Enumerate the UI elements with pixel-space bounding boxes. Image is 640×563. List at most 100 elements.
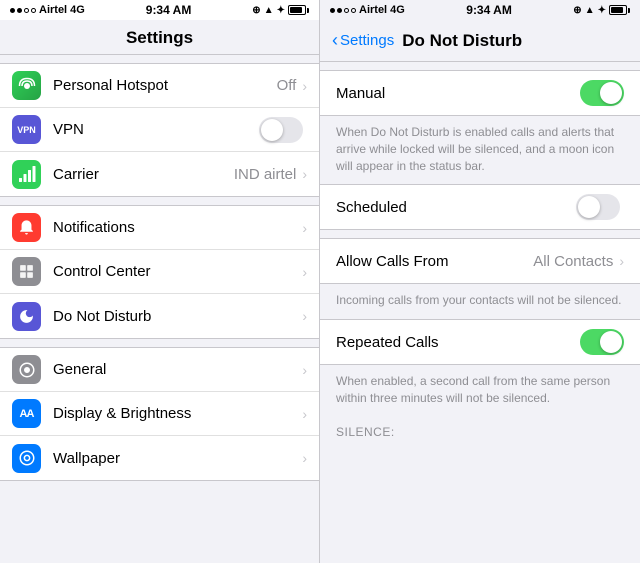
- settings-list[interactable]: Personal Hotspot Off › VPN VPN: [0, 55, 319, 563]
- left-status-left: Airtel 4G: [10, 4, 85, 16]
- carrier-value: IND airtel: [234, 166, 297, 183]
- manual-toggle[interactable]: [580, 80, 624, 106]
- r-location-icon: ⊕: [573, 5, 581, 16]
- settings-item-display[interactable]: AA Display & Brightness ›: [0, 392, 319, 436]
- battery-tip: [307, 8, 309, 13]
- scheduled-toggle[interactable]: [576, 194, 620, 220]
- dnd-group-scheduled: Scheduled: [320, 184, 640, 230]
- dot3: [24, 8, 29, 13]
- hotspot-value: Off: [277, 77, 297, 94]
- settings-group-2: Notifications › Control Center ›: [0, 205, 319, 339]
- r-battery-body: [609, 5, 627, 15]
- r-battery-tip: [628, 8, 630, 13]
- repeated-calls-description: When enabled, a second call from the sam…: [320, 365, 640, 417]
- bluetooth-icon: ✦: [277, 5, 285, 16]
- vpn-icon: VPN: [12, 115, 41, 144]
- settings-group-3: General › AA Display & Brightness › Wall…: [0, 347, 319, 481]
- dnd-group-manual: Manual: [320, 70, 640, 116]
- allow-calls-value: All Contacts: [533, 253, 613, 270]
- settings-item-general[interactable]: General ›: [0, 348, 319, 392]
- signal-dots: [10, 8, 36, 13]
- r-dot3: [344, 8, 349, 13]
- settings-item-wallpaper[interactable]: Wallpaper ›: [0, 436, 319, 480]
- carrier-chevron: ›: [302, 166, 307, 182]
- dnd-icon: [12, 302, 41, 331]
- carrier-label: Carrier: [53, 166, 234, 183]
- right-panel: Airtel 4G 9:34 AM ⊕ ▲ ✦ ‹ Settings Do No…: [320, 0, 640, 563]
- settings-item-control[interactable]: Control Center ›: [0, 250, 319, 294]
- carrier-icon: [12, 160, 41, 189]
- display-chevron: ›: [302, 406, 307, 422]
- right-carrier: Airtel: [359, 4, 387, 16]
- hotspot-icon: [12, 71, 41, 100]
- scheduled-label: Scheduled: [336, 199, 576, 216]
- settings-item-hotspot[interactable]: Personal Hotspot Off ›: [0, 64, 319, 108]
- hotspot-label: Personal Hotspot: [53, 77, 277, 94]
- silence-header: SILENCE:: [320, 417, 640, 443]
- battery-fill: [290, 7, 302, 13]
- settings-item-vpn[interactable]: VPN VPN: [0, 108, 319, 152]
- notifications-icon: [12, 213, 41, 242]
- general-label: General: [53, 361, 302, 378]
- settings-group-1: Personal Hotspot Off › VPN VPN: [0, 63, 319, 197]
- left-time: 9:34 AM: [146, 3, 192, 17]
- left-status-bar: Airtel 4G 9:34 AM ⊕ ▲ ✦: [0, 0, 319, 20]
- dnd-item-allow-calls[interactable]: Allow Calls From All Contacts ›: [320, 239, 640, 283]
- vpn-label: VPN: [53, 121, 259, 138]
- dot2: [17, 8, 22, 13]
- display-label: Display & Brightness: [53, 405, 302, 422]
- r-bluetooth-icon: ✦: [598, 5, 606, 16]
- right-status-bar: Airtel 4G 9:34 AM ⊕ ▲ ✦: [320, 0, 640, 20]
- r-dot2: [337, 8, 342, 13]
- left-status-right: ⊕ ▲ ✦: [252, 5, 309, 16]
- back-label: Settings: [340, 32, 394, 49]
- right-network: 4G: [390, 4, 405, 16]
- settings-item-notifications[interactable]: Notifications ›: [0, 206, 319, 250]
- repeated-calls-toggle[interactable]: [580, 329, 624, 355]
- back-chevron-icon: ‹: [332, 30, 338, 51]
- settings-item-carrier[interactable]: Carrier IND airtel ›: [0, 152, 319, 196]
- battery-body: [288, 5, 306, 15]
- r-dot1: [330, 8, 335, 13]
- r-wifi-icon: ▲: [585, 5, 595, 16]
- right-status-left: Airtel 4G: [330, 4, 405, 16]
- repeated-calls-label: Repeated Calls: [336, 334, 580, 351]
- right-title: Do Not Disturb: [402, 31, 522, 51]
- allow-calls-chevron: ›: [619, 253, 624, 269]
- dnd-content: Manual When Do Not Disturb is enabled ca…: [320, 62, 640, 563]
- control-icon: [12, 257, 41, 286]
- dot4: [31, 8, 36, 13]
- wifi-icon: ▲: [264, 5, 274, 16]
- hotspot-chevron: ›: [302, 78, 307, 94]
- dnd-item-manual[interactable]: Manual: [320, 71, 640, 115]
- dnd-group-calls: Allow Calls From All Contacts ›: [320, 238, 640, 284]
- r-dot4: [351, 8, 356, 13]
- battery-icon: [288, 5, 309, 15]
- allow-calls-description: Incoming calls from your contacts will n…: [320, 284, 640, 319]
- general-chevron: ›: [302, 362, 307, 378]
- settings-item-dnd[interactable]: Do Not Disturb ›: [0, 294, 319, 338]
- wallpaper-label: Wallpaper: [53, 450, 302, 467]
- left-title: Settings: [126, 28, 193, 47]
- left-carrier: Airtel: [39, 4, 67, 16]
- left-panel-header: Settings: [0, 20, 319, 55]
- control-chevron: ›: [302, 264, 307, 280]
- vpn-toggle[interactable]: [259, 117, 303, 143]
- wallpaper-chevron: ›: [302, 450, 307, 466]
- dnd-item-repeated-calls[interactable]: Repeated Calls: [320, 320, 640, 364]
- allow-calls-label: Allow Calls From: [336, 253, 533, 270]
- right-signal-dots: [330, 8, 356, 13]
- dnd-chevron: ›: [302, 308, 307, 324]
- right-header: ‹ Settings Do Not Disturb: [320, 20, 640, 62]
- right-status-right: ⊕ ▲ ✦: [573, 5, 630, 16]
- r-battery-fill: [611, 7, 623, 13]
- dnd-group-repeated: Repeated Calls: [320, 319, 640, 365]
- dot1: [10, 8, 15, 13]
- general-icon: [12, 355, 41, 384]
- back-button[interactable]: ‹ Settings: [332, 30, 394, 51]
- manual-label: Manual: [336, 85, 580, 102]
- r-battery-icon: [609, 5, 630, 15]
- vpn-icon-text: VPN: [17, 125, 36, 135]
- display-icon: AA: [12, 399, 41, 428]
- dnd-item-scheduled[interactable]: Scheduled: [320, 185, 640, 229]
